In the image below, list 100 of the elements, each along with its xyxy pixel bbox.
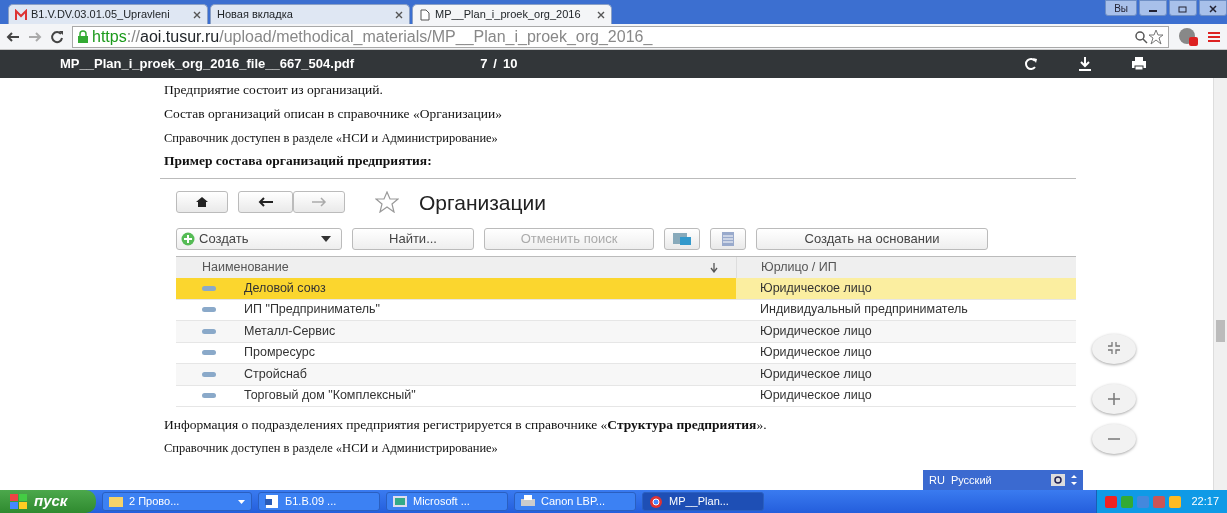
home-button[interactable]	[176, 191, 228, 214]
table-cell-text: Стройснаб	[244, 365, 307, 383]
page-number: 7	[480, 55, 488, 74]
back-arrow-icon	[257, 197, 274, 208]
taskbar-item[interactable]: Microsoft ...	[386, 492, 508, 511]
clock: 22:17	[1191, 494, 1219, 510]
download-icon[interactable]	[1077, 56, 1093, 72]
plus-circle-icon	[181, 232, 195, 246]
scrollbar[interactable]	[1213, 78, 1227, 490]
caret-icon	[238, 499, 245, 504]
options-icon[interactable]	[1071, 474, 1077, 486]
star-icon[interactable]	[1148, 28, 1164, 45]
document-icon	[265, 494, 279, 509]
paragraph: Информация о подразделениях предприятия регистрируется в справочнике «Структура предприятия».	[164, 416, 768, 434]
url-scheme: https	[92, 26, 127, 47]
table-cell-text: Юридическое лицо	[760, 279, 872, 297]
close-icon[interactable]	[193, 10, 201, 19]
table-cell-text: Промресурс	[244, 344, 315, 362]
language-bar[interactable]: RU Русский	[923, 470, 1083, 490]
table-cell-text: Юридическое лицо	[760, 344, 872, 362]
column-header[interactable]: Юрлицо / ИП	[761, 258, 837, 277]
toolbar-button[interactable]: Создать на основании	[756, 228, 988, 250]
minimize-button[interactable]	[1139, 0, 1167, 16]
star-icon[interactable]	[375, 191, 399, 214]
table-cell-text: Юридическое лицо	[760, 365, 872, 383]
taskbar-item[interactable]: 2 Прово...	[102, 492, 252, 511]
form-title: Организации	[419, 189, 546, 216]
table-cell-text: ИП "Предприниматель"	[244, 301, 380, 319]
fit-button[interactable]	[1092, 334, 1136, 364]
browser-tab[interactable]: MP__Plan_i_proek_org_2016	[412, 4, 612, 24]
back-button[interactable]	[238, 191, 293, 214]
taskbar-item[interactable]: Canon LBP...	[514, 492, 636, 511]
restore-icon	[1178, 5, 1188, 14]
table-row[interactable]: Металл-Сервис Юридическое лицо	[176, 321, 1076, 343]
printer-icon	[521, 494, 535, 509]
url-host: aoi.tusur.ru	[140, 26, 220, 45]
zoom-icon[interactable]	[1134, 29, 1148, 44]
dash-icon	[202, 350, 216, 356]
page-separator: /	[493, 55, 497, 74]
back-icon[interactable]	[6, 30, 20, 43]
paragraph: Пример состава организаций предприятия:	[164, 152, 433, 171]
close-button[interactable]	[1199, 0, 1227, 16]
create-button[interactable]: Создать	[176, 228, 342, 250]
paragraph: Справочник доступен в разделе «НСИ и Администрирование»	[164, 440, 499, 458]
start-button[interactable]: пуск	[0, 490, 96, 513]
caret-icon	[321, 236, 331, 242]
table-cell-text: Металл-Сервис	[244, 322, 336, 340]
column-header[interactable]: Наименование	[202, 258, 289, 277]
plus-icon	[1108, 393, 1120, 405]
taskbar-item[interactable]: MP__Plan...	[642, 492, 764, 511]
fit-icon	[1106, 341, 1122, 357]
toolbar-button[interactable]	[710, 228, 746, 250]
taskbar-item[interactable]: Б1.В.09 ...	[258, 492, 380, 511]
language-name: Русский	[950, 472, 993, 488]
close-icon[interactable]	[395, 10, 403, 19]
home-icon	[196, 197, 208, 208]
list-icon	[722, 232, 734, 246]
lock-icon	[77, 30, 89, 43]
toolbar-button[interactable]	[664, 228, 700, 250]
browser-tab[interactable]: B1.V.DV.03.01.05_Upravleni	[8, 4, 208, 24]
dash-icon	[202, 307, 216, 313]
page-count: 10	[503, 55, 518, 74]
browser-icon	[649, 494, 663, 509]
table-row[interactable]: Стройснаб Юридическое лицо	[176, 364, 1076, 386]
url-path: /upload/methodical_materials/MP__Plan_i_proek_org_2016_	[219, 26, 653, 47]
print-icon[interactable]	[1131, 56, 1147, 72]
table-cell-text: Деловой союз	[244, 279, 326, 297]
help-icon[interactable]	[1051, 474, 1065, 486]
language-code: RU	[929, 472, 945, 488]
paragraph: Справочник доступен в разделе «НСИ и Администрирование»	[164, 129, 499, 147]
url-separator: ://	[126, 26, 141, 47]
scroll-thumb[interactable]	[1216, 320, 1225, 342]
window-icon	[393, 494, 407, 509]
paragraph: Предприятие состоит из организаций.	[164, 81, 384, 99]
dash-icon	[202, 371, 216, 377]
toolbar-button[interactable]: Найти...	[352, 228, 474, 250]
address-bar[interactable]: https://aoi.tusur.ru/upload/methodical_materials/MP__Plan_i_proek_org_2016_	[72, 25, 1169, 48]
close-icon	[1208, 5, 1218, 14]
windows-logo-icon	[10, 493, 28, 510]
table-cell-text: Индивидуальный предприниматель	[760, 301, 968, 319]
minus-icon	[1108, 438, 1120, 440]
extension-icon[interactable]	[1177, 26, 1199, 47]
document-icon	[419, 8, 431, 21]
list-search-icon	[672, 232, 692, 246]
menu-icon[interactable]	[1207, 30, 1221, 43]
table-cell-text: Торговый дом "Комплексный"	[244, 387, 416, 405]
browser-tab[interactable]: Новая вкладка	[210, 4, 410, 24]
user-button[interactable]: Вы	[1105, 0, 1137, 16]
close-icon[interactable]	[597, 10, 605, 19]
rotate-icon[interactable]	[1023, 56, 1039, 72]
sort-arrow-icon[interactable]	[710, 262, 718, 273]
forward-arrow-icon	[311, 197, 327, 208]
dash-icon	[202, 393, 216, 399]
zoom-in-button[interactable]	[1092, 384, 1136, 414]
table-row[interactable]: Торговый дом "Комплексный" Юридическое лицо	[176, 385, 1076, 407]
folder-icon	[109, 494, 123, 509]
reload-icon[interactable]	[50, 29, 64, 44]
paragraph: Состав организаций описан в справочнике «Организации»	[164, 105, 503, 124]
mail-icon	[15, 8, 27, 21]
dash-icon	[202, 328, 216, 334]
